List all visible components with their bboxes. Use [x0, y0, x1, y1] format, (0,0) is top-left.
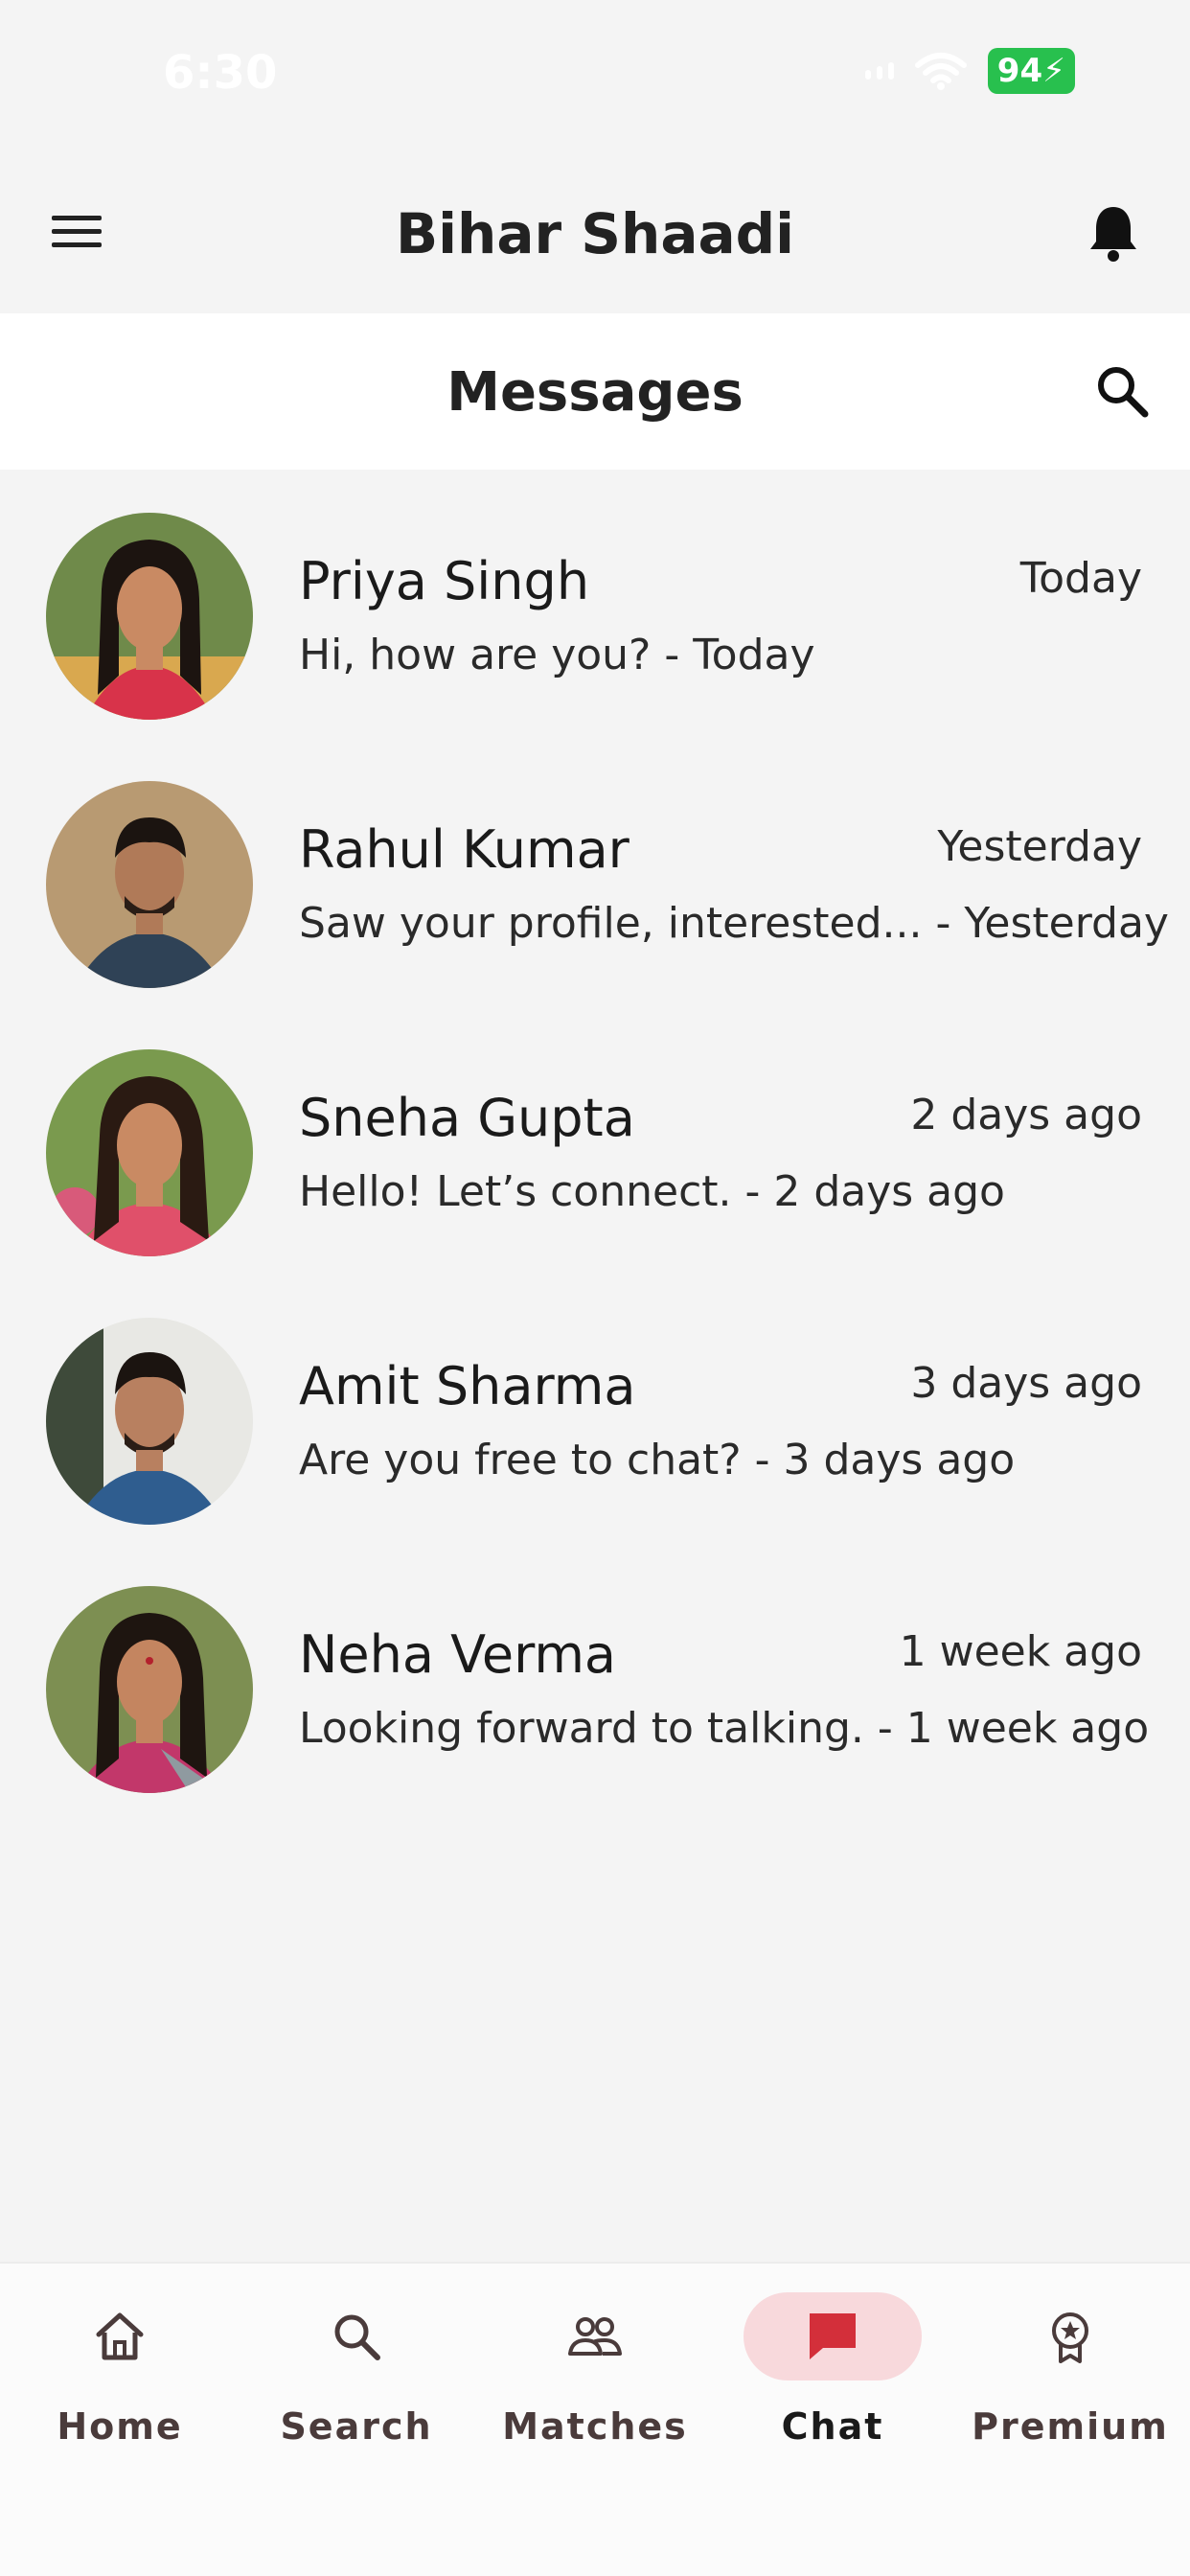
message-preview: Hello! Let’s connect. - 2 days ago [299, 1167, 1005, 1216]
nav-label: Matches [502, 2405, 688, 2448]
nav-home[interactable]: Home [5, 2292, 235, 2484]
message-time: 2 days ago [910, 1091, 1142, 1139]
people-icon [568, 2317, 622, 2356]
nav-premium[interactable]: Premium [955, 2292, 1185, 2484]
nav-label: Search [280, 2405, 433, 2448]
page-title: Messages [446, 361, 744, 424]
app-header: Bihar Shaadi [0, 153, 1190, 311]
contact-name: Amit Sharma [299, 1356, 636, 1416]
contact-name: Rahul Kumar [299, 819, 629, 880]
nav-label: Premium [972, 2405, 1169, 2448]
app-title: Bihar Shaadi [395, 201, 795, 266]
chat-list-item[interactable]: Neha Verma 1 week ago Looking forward to… [0, 1543, 1190, 1811]
messages-bar: Messages [0, 313, 1190, 470]
status-icons: 94⚡ [864, 48, 1075, 94]
status-bar: 6:30 94⚡ [0, 0, 1190, 153]
avatar [46, 1318, 253, 1525]
bottom-nav: Home Search Matches Chat Premium [0, 2262, 1190, 2576]
nav-label: Chat [781, 2405, 884, 2448]
avatar [46, 1586, 253, 1793]
contact-name: Sneha Gupta [299, 1088, 635, 1148]
avatar [46, 513, 253, 720]
search-icon [334, 2314, 380, 2360]
charging-icon: ⚡ [1042, 52, 1065, 90]
contact-name: Neha Verma [299, 1624, 617, 1685]
message-preview: Saw your profile, interested... - Yester… [299, 899, 1169, 948]
nav-matches[interactable]: Matches [480, 2292, 710, 2484]
nav-search[interactable]: Search [241, 2292, 471, 2484]
chat-list-item[interactable]: Priya Singh Today Hi, how are you? - Tod… [0, 470, 1190, 738]
battery-indicator: 94⚡ [987, 48, 1075, 94]
message-preview: Are you free to chat? - 3 days ago [299, 1436, 1016, 1484]
message-preview: Looking forward to talking. - 1 week ago [299, 1704, 1150, 1753]
contact-name: Priya Singh [299, 551, 590, 611]
chat-list-item[interactable]: Rahul Kumar Yesterday Saw your profile, … [0, 738, 1190, 1006]
message-preview: Hi, how are you? - Today [299, 631, 815, 679]
message-time: Today [1019, 554, 1142, 603]
premium-badge-icon [1052, 2312, 1088, 2363]
message-time: 1 week ago [899, 1627, 1142, 1676]
message-time: Yesterday [937, 822, 1142, 871]
status-time: 6:30 [163, 46, 278, 100]
chat-icon [810, 2313, 856, 2359]
home-icon [96, 2312, 144, 2360]
nav-label: Home [57, 2405, 183, 2448]
avatar [46, 781, 253, 988]
bell-icon[interactable] [1087, 203, 1140, 263]
message-time: 3 days ago [910, 1359, 1142, 1408]
nav-chat[interactable]: Chat [718, 2292, 948, 2484]
signal-icon [864, 62, 894, 80]
wifi-icon [914, 53, 967, 90]
avatar [46, 1049, 253, 1256]
chat-list-item[interactable]: Amit Sharma 3 days ago Are you free to c… [0, 1275, 1190, 1543]
chat-list-item[interactable]: Sneha Gupta 2 days ago Hello! Let’s conn… [0, 1006, 1190, 1275]
search-icon[interactable] [1094, 363, 1150, 419]
